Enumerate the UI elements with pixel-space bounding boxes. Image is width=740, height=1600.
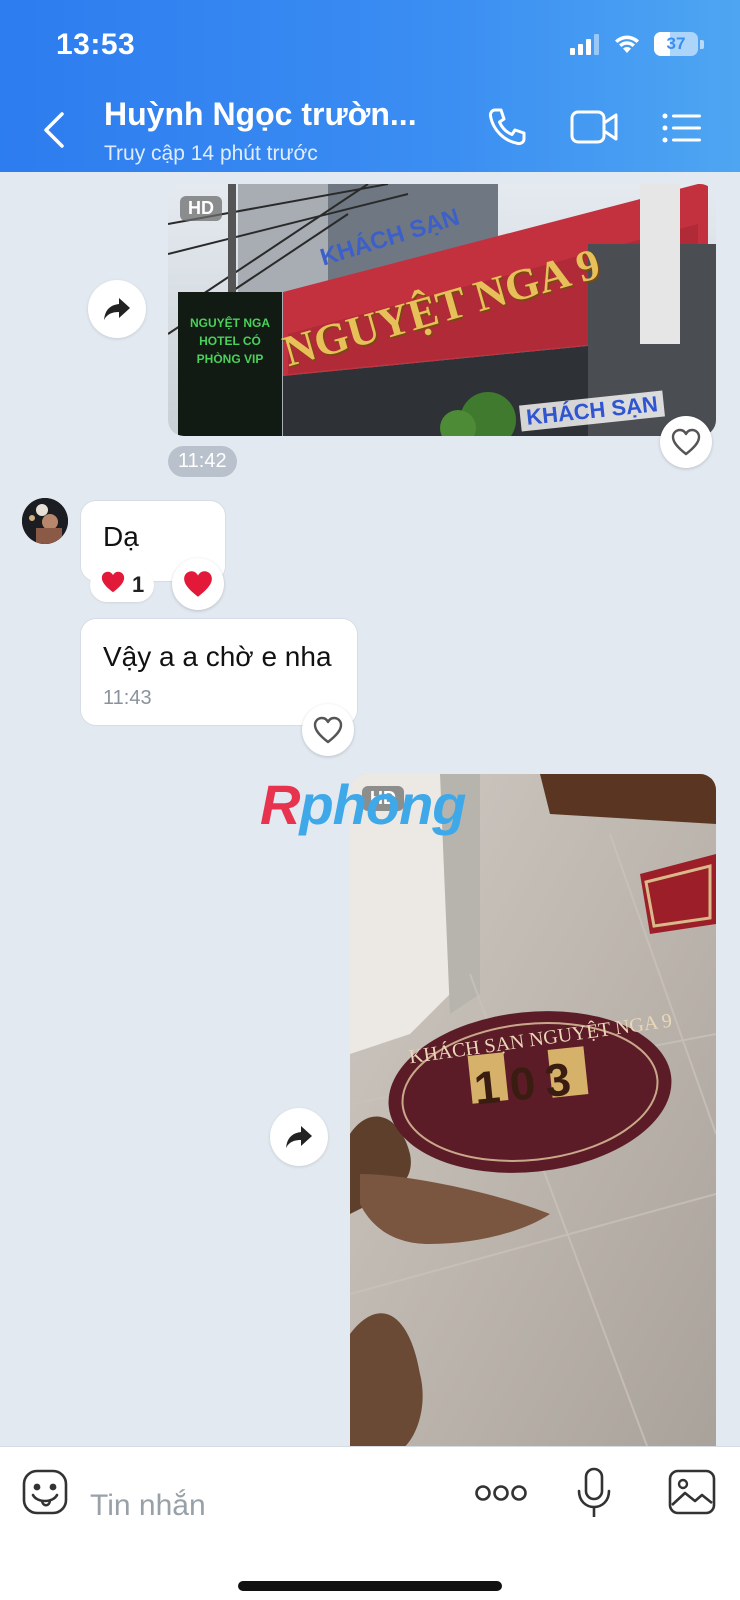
composer-bar: Tin nhắn [0, 1446, 740, 1600]
side-neon-sign: NGUYỆT NGA HOTEL CÓ PHÒNG VIP [189, 316, 270, 366]
back-icon[interactable] [38, 108, 74, 152]
battery-icon: 37 [654, 32, 698, 56]
like-button[interactable] [302, 704, 354, 756]
status-time: 13:53 [56, 28, 136, 61]
contact-name[interactable]: Huỳnh Ngọc trườn... [104, 96, 417, 133]
heart-icon [100, 570, 126, 600]
hotel-sign-photo[interactable]: KHÁCH SẠN NGUYỆT NGA 9 NGUYỆT NGA HOTEL … [168, 184, 716, 436]
reacted-heart-button[interactable] [172, 558, 224, 610]
video-call-icon[interactable] [570, 108, 620, 146]
home-indicator [238, 1581, 502, 1591]
room-key-photo[interactable]: KHÁCH SẠN NGUYỆT NGA 9 103 HD [350, 774, 716, 1454]
like-button[interactable] [660, 416, 712, 468]
reaction-count: 1 [132, 572, 145, 597]
forward-button[interactable] [88, 280, 146, 338]
forward-button[interactable] [270, 1108, 328, 1166]
key-tag-number: 103 [471, 1051, 584, 1115]
heart-filled-icon [184, 571, 212, 597]
avatar[interactable] [22, 498, 68, 544]
emoji-icon[interactable] [22, 1469, 68, 1515]
status-icons: 37 [570, 32, 704, 56]
share-arrow-icon [286, 1126, 312, 1148]
battery-level: 37 [666, 34, 686, 53]
menu-icon[interactable] [662, 112, 702, 144]
message-time: 11:43 [103, 687, 152, 709]
message-input[interactable]: Tin nhắn [90, 1489, 206, 1523]
share-arrow-icon [104, 298, 130, 320]
avatar-image [22, 498, 68, 544]
wifi-icon [615, 35, 639, 53]
signal-icon [570, 34, 599, 55]
chat-header: 13:53 37 Huỳnh Ngọc trườn... Truy cập 14… [0, 0, 740, 172]
message-text: Vậy a a chờ e nha [103, 641, 332, 672]
presence-status: Truy cập 14 phút trước [104, 142, 318, 165]
key-tag-image [350, 774, 716, 1454]
phone-icon[interactable] [486, 106, 528, 148]
watermark-logo: Rphong [260, 772, 467, 837]
hd-badge: HD [180, 196, 222, 221]
watermark-r: R [260, 773, 300, 836]
heart-outline-icon [671, 428, 701, 456]
message-time: 11:42 [168, 446, 237, 477]
watermark-rest: phong [299, 773, 466, 836]
message-text: Dạ [103, 521, 139, 552]
more-icon[interactable] [474, 1483, 528, 1503]
mic-icon[interactable] [576, 1467, 612, 1519]
battery-tip [700, 39, 704, 49]
image-icon[interactable] [668, 1469, 716, 1515]
reaction-summary[interactable]: 1 [90, 568, 155, 602]
heart-outline-icon [313, 716, 343, 744]
